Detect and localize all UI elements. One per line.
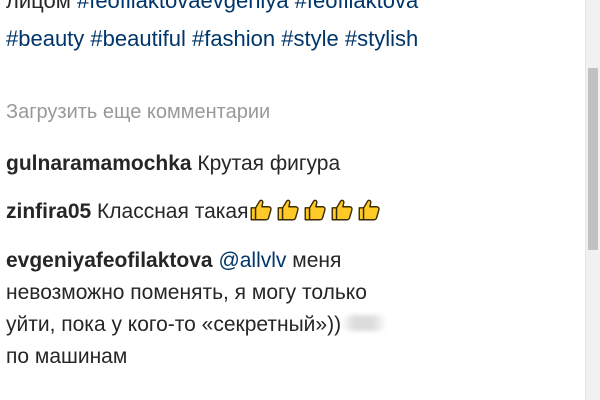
comment-text: Крутая фигура — [197, 152, 341, 175]
comment-username[interactable]: gulnaramamochka — [6, 152, 192, 175]
hashtag-link[interactable]: #stylish — [345, 26, 418, 51]
emoji-group — [248, 196, 383, 228]
comments-panel: лицом #feofilaktovaevgeniya #feofilaktov… — [0, 0, 586, 400]
comment-text: уйти, пока у кого-то «секретный»)) — [6, 313, 342, 336]
thumbs-up-icon — [305, 199, 327, 221]
comment-line-1: evgeniyafeofilaktova @allvlv меня — [6, 245, 566, 277]
hashtag-link[interactable]: #feofilaktovaevgeniya — [77, 0, 289, 13]
caption-line-1: лицом #feofilaktovaevgeniya #feofilaktov… — [6, 0, 566, 20]
scrollbar-thumb[interactable] — [588, 68, 598, 250]
hashtag-link[interactable]: #fashion — [192, 26, 275, 51]
hashtag-link[interactable]: #feofilaktova — [295, 0, 419, 13]
post-caption: лицом #feofilaktovaevgeniya #feofilaktov… — [6, 0, 566, 58]
thumbs-up-icon — [278, 199, 300, 221]
hashtag-link[interactable]: #beautiful — [90, 26, 185, 51]
comment-item: evgeniyafeofilaktova @allvlv меня невозм… — [6, 245, 566, 373]
comment-line-3: уйти, пока у кого-то «секретный»)) — [6, 309, 566, 341]
thumbs-up-icon — [332, 199, 354, 221]
thumbs-up-icon — [251, 199, 273, 221]
load-more-comments-link[interactable]: Загрузить еще комментарии — [6, 98, 270, 126]
comment-username[interactable]: zinfira05 — [6, 200, 91, 223]
hashtag-link[interactable]: #style — [281, 26, 338, 51]
comment-line-4: по машинам — [6, 345, 128, 368]
scrollbar-track[interactable] — [585, 0, 600, 400]
comment-text: Классная такая — [97, 200, 249, 223]
caption-line-2: #beauty #beautiful #fashion #style #styl… — [6, 20, 566, 58]
comment-item: zinfira05 Классная такая — [6, 196, 566, 228]
comment-username[interactable]: evgeniyafeofilaktova — [6, 249, 213, 272]
comment-item: gulnaramamochka Крутая фигура — [6, 148, 566, 180]
hashtag-link[interactable]: #beauty — [6, 26, 84, 51]
comment-text: меня — [292, 249, 342, 272]
blurred-emoji-icon — [341, 315, 388, 331]
caption-text: лицом — [6, 0, 71, 13]
comment-line-2: невозможно поменять, я могу только — [6, 281, 367, 304]
mention-link[interactable]: @allvlv — [218, 249, 286, 272]
thumbs-up-icon — [359, 199, 381, 221]
